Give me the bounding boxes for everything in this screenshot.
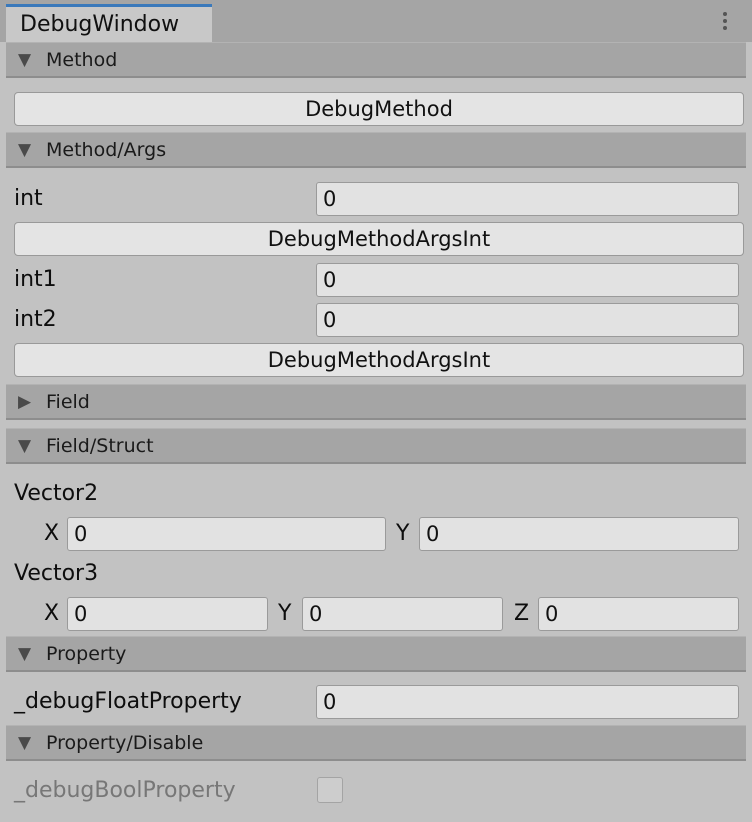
vector3-z-field[interactable]: 0 — [538, 597, 739, 631]
tab-bar: DebugWindow — [0, 0, 752, 42]
expanded-triangle-icon: ▼ — [18, 644, 32, 664]
section-label: Field/Struct — [46, 435, 154, 457]
debug-method-args-int-button-1[interactable]: DebugMethodArgsInt — [14, 222, 744, 256]
vector3-x-label: X — [44, 601, 60, 626]
section-header-property[interactable]: ▼ Property — [6, 636, 746, 672]
debug-float-property-label: _debugFloatProperty — [14, 689, 242, 714]
section-label: Method/Args — [46, 139, 167, 161]
vector2-x-label: X — [44, 521, 60, 546]
section-header-property-disable[interactable]: ▼ Property/Disable — [6, 725, 746, 761]
expanded-triangle-icon: ▼ — [18, 50, 32, 70]
debug-float-property-field[interactable]: 0 — [316, 685, 739, 719]
tab-debug-window[interactable]: DebugWindow — [6, 4, 212, 42]
section-label: Method — [46, 49, 118, 71]
int1-label: int1 — [14, 267, 57, 292]
int2-label: int2 — [14, 307, 57, 332]
section-header-field[interactable]: ▶ Field — [6, 384, 746, 420]
vector3-y-field[interactable]: 0 — [302, 597, 503, 631]
vector3-x-field[interactable]: 0 — [67, 597, 268, 631]
expanded-triangle-icon: ▼ — [18, 436, 32, 456]
section-header-field-struct[interactable]: ▼ Field/Struct — [6, 428, 746, 464]
debug-method-args-int-button-2[interactable]: DebugMethodArgsInt — [14, 343, 744, 377]
vector3-label: Vector3 — [14, 561, 99, 586]
vector2-x-field[interactable]: 0 — [67, 517, 386, 551]
vector3-y-label: Y — [278, 601, 292, 626]
int-field[interactable]: 0 — [316, 182, 739, 216]
debug-bool-property-label: _debugBoolProperty — [14, 778, 236, 803]
more-options-icon[interactable] — [722, 12, 728, 33]
int2-field[interactable]: 0 — [316, 303, 739, 337]
vector2-y-field[interactable]: 0 — [419, 517, 739, 551]
expanded-triangle-icon: ▼ — [18, 733, 32, 753]
int-label: int — [14, 186, 43, 211]
section-label: Field — [46, 391, 90, 413]
section-header-method-args[interactable]: ▼ Method/Args — [6, 132, 746, 168]
debug-method-button[interactable]: DebugMethod — [14, 92, 744, 126]
section-label: Property — [46, 643, 127, 665]
section-header-method[interactable]: ▼ Method — [6, 42, 746, 78]
vector3-z-label: Z — [514, 601, 530, 626]
section-label: Property/Disable — [46, 732, 204, 754]
expanded-triangle-icon: ▼ — [18, 140, 32, 160]
debug-bool-property-checkbox — [317, 777, 343, 803]
vector2-y-label: Y — [396, 521, 410, 546]
int1-field[interactable]: 0 — [316, 263, 739, 297]
collapsed-triangle-icon: ▶ — [18, 392, 32, 412]
vector2-label: Vector2 — [14, 481, 99, 506]
